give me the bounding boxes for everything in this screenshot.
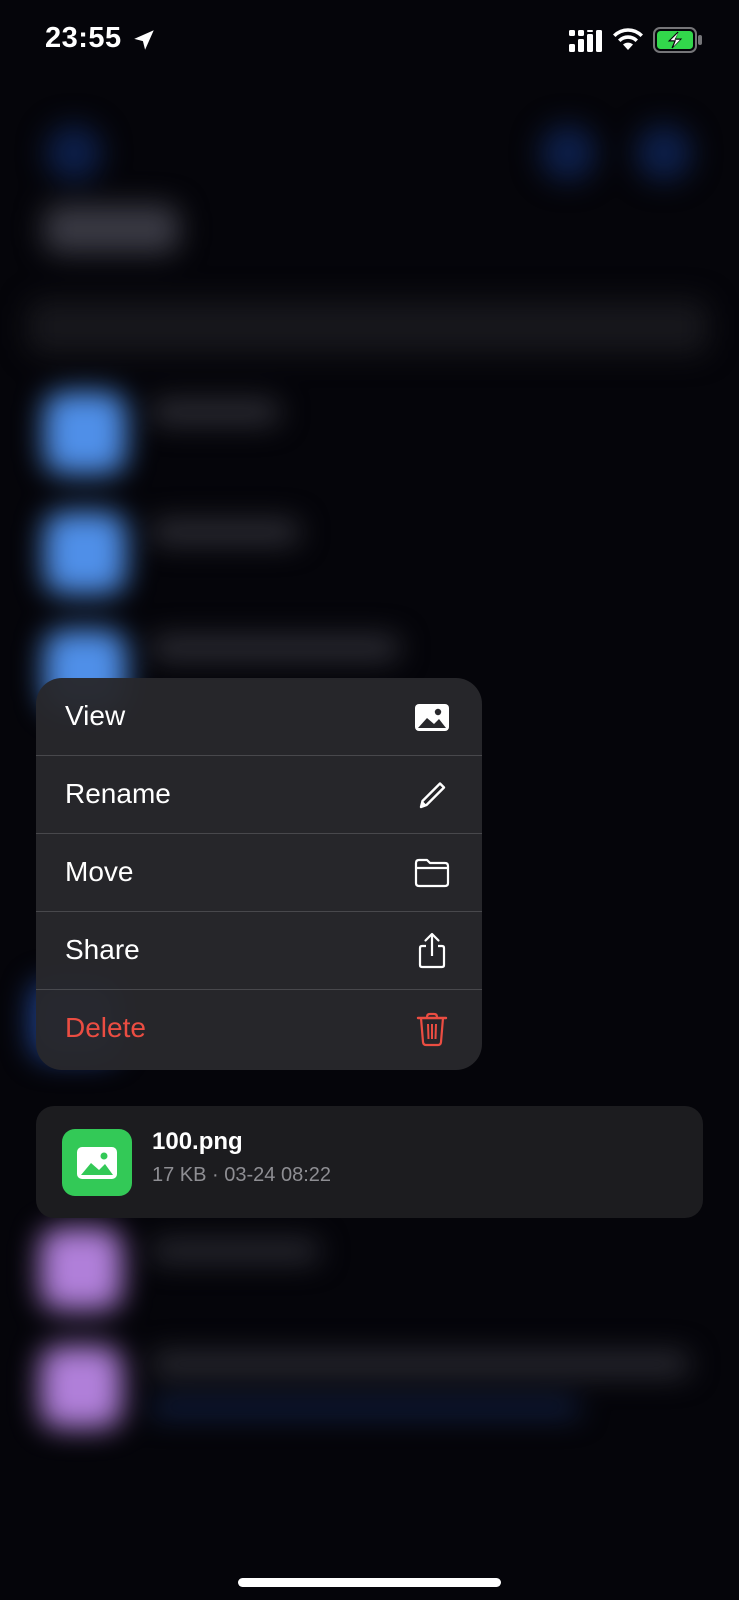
share-label: Share [65, 934, 140, 965]
image-icon [415, 704, 449, 731]
share-icon [418, 932, 446, 969]
blurred-nav-button [636, 125, 692, 181]
battery-charging-icon [653, 27, 702, 53]
file-preview-card[interactable]: 100.png 17 KB · 03-24 08:22 [36, 1106, 703, 1218]
blurred-title [44, 205, 179, 253]
move-label: Move [65, 856, 134, 887]
pencil-icon [419, 782, 446, 809]
share-menu-item[interactable]: Share [36, 912, 482, 990]
view-menu-item[interactable]: View [36, 678, 482, 756]
file-name: 100.png [152, 1128, 243, 1155]
blurred-row-text [150, 636, 400, 660]
delete-menu-item[interactable]: Delete [36, 990, 482, 1068]
status-bar: 23:55 [0, 0, 739, 80]
blurred-row-text [150, 520, 300, 544]
rename-label: Rename [65, 778, 171, 809]
view-label: View [65, 700, 126, 731]
blurred-folder-icon [44, 512, 126, 594]
move-menu-item[interactable]: Move [36, 834, 482, 912]
file-thumbnail [62, 1129, 132, 1196]
rename-menu-item[interactable]: Rename [36, 756, 482, 834]
blurred-row-text [150, 1352, 690, 1376]
blurred-nav-button [540, 125, 596, 181]
delete-label: Delete [65, 1012, 146, 1043]
image-icon [77, 1147, 117, 1179]
blurred-search-bar [28, 300, 708, 354]
wifi-icon [613, 28, 643, 50]
folder-icon [414, 858, 450, 888]
status-time: 23:55 [45, 22, 122, 54]
blurred-row-text [150, 400, 280, 424]
blurred-row-text [150, 1240, 320, 1262]
trash-icon [416, 1012, 448, 1047]
signal-icon [569, 30, 602, 52]
home-indicator[interactable] [238, 1578, 501, 1587]
file-meta: 17 KB · 03-24 08:22 [152, 1164, 332, 1186]
blurred-file-icon [40, 1228, 122, 1310]
blurred-row-subtext [150, 1400, 580, 1416]
blurred-folder-icon [44, 392, 126, 474]
location-arrow-icon [134, 30, 154, 50]
context-menu: View Rename Move Share Delete [36, 678, 482, 1070]
blurred-file-icon [40, 1346, 122, 1428]
blurred-nav-button [46, 125, 102, 181]
